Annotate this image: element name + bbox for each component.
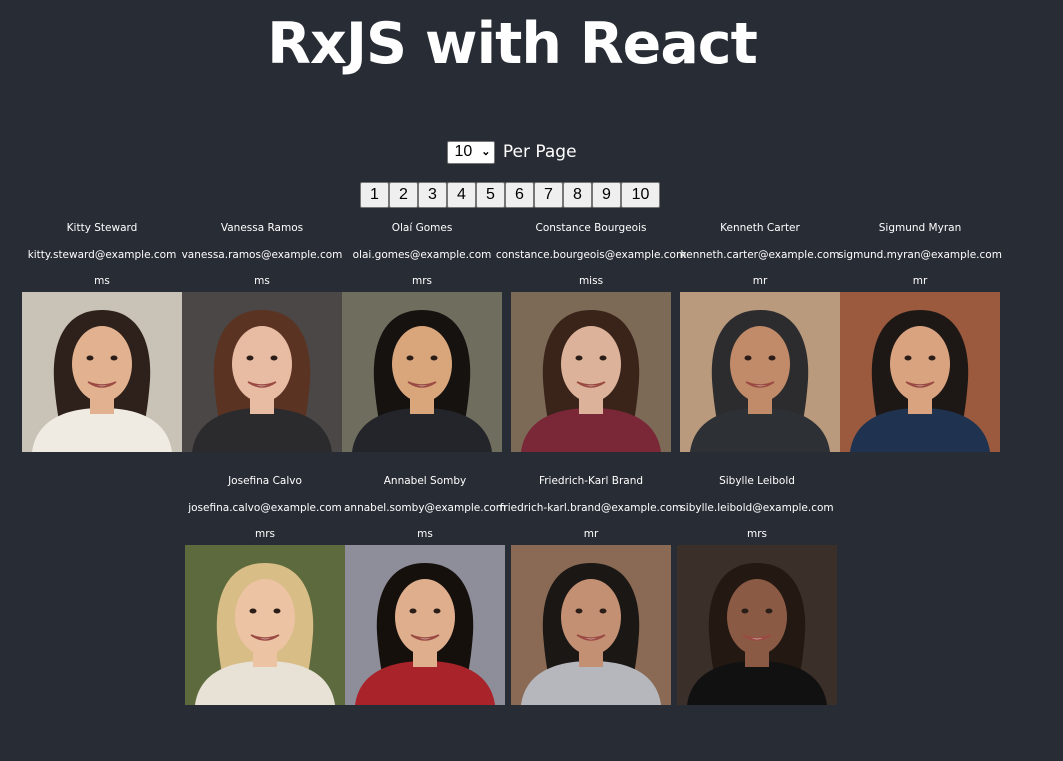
user-photo-icon xyxy=(22,292,182,452)
user-photo-icon xyxy=(185,545,345,705)
page-button-5[interactable]: 5 xyxy=(476,182,505,208)
user-photo-icon xyxy=(677,545,837,705)
page-button-4[interactable]: 4 xyxy=(447,182,476,208)
page-button-2[interactable]: 2 xyxy=(389,182,418,208)
user-photo-icon xyxy=(680,292,840,452)
user-email: sigmund.myran@example.com xyxy=(838,249,1002,261)
per-page-control: 10 ⌄ Per Page xyxy=(0,140,1024,164)
pagination: 1 2 3 4 5 6 7 8 9 10 xyxy=(360,182,660,208)
user-photo-icon xyxy=(345,545,505,705)
user-photo-icon xyxy=(182,292,342,452)
page-button-8[interactable]: 8 xyxy=(563,182,592,208)
page-button-6[interactable]: 6 xyxy=(505,182,534,208)
page-button-9[interactable]: 9 xyxy=(592,182,621,208)
page-button-10[interactable]: 10 xyxy=(621,182,660,208)
user-title: mr xyxy=(912,275,928,287)
user-email: sibylle.leibold@example.com xyxy=(680,502,834,514)
user-photo-icon xyxy=(511,545,671,705)
user-title: mrs xyxy=(746,528,767,540)
per-page-label: Per Page xyxy=(502,142,577,162)
user-photo-icon xyxy=(511,292,671,452)
page-button-7[interactable]: 7 xyxy=(534,182,563,208)
page-button-3[interactable]: 3 xyxy=(418,182,447,208)
per-page-value: 10 xyxy=(454,143,473,160)
user-photo-icon xyxy=(342,292,502,452)
page-button-1[interactable]: 1 xyxy=(360,182,389,208)
user-name: Sibylle Leibold xyxy=(719,475,795,487)
user-photo-icon xyxy=(840,292,1000,452)
chevron-down-icon: ⌄ xyxy=(481,146,491,158)
per-page-select[interactable]: 10 ⌄ xyxy=(447,140,496,164)
user-name: Sigmund Myran xyxy=(878,222,962,234)
page-title: RxJS with React xyxy=(267,11,758,77)
